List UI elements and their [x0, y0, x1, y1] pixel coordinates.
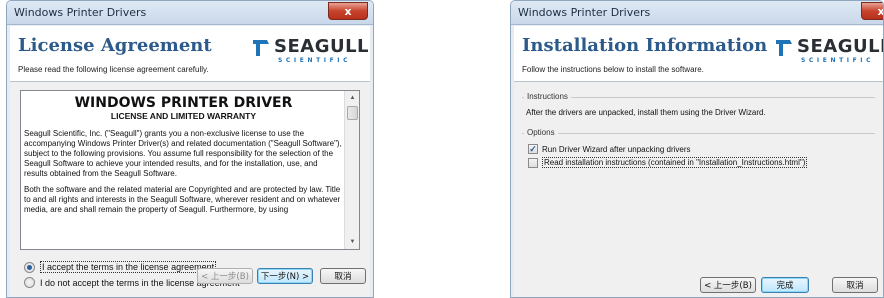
page-title: License Agreement — [18, 35, 212, 56]
checkbox-unchecked-icon[interactable] — [528, 157, 538, 168]
wizard-header: License Agreement Please read the follow… — [10, 26, 370, 82]
screenshot-canvas: Windows Printer Drivers x License Agreem… — [0, 0, 884, 298]
checkbox-checked-icon[interactable]: ✓ — [528, 144, 538, 154]
radio-button[interactable] — [24, 277, 35, 288]
close-icon: x — [344, 4, 352, 18]
back-button[interactable]: < 上一步(B) — [700, 277, 756, 293]
logo-brand: SEAGULL — [274, 36, 370, 57]
back-button[interactable]: < 上一步(B) — [197, 268, 253, 284]
run-wizard-label: Run Driver Wizard after unpacking driver… — [542, 144, 691, 154]
finish-button[interactable]: 完成 — [761, 277, 809, 293]
run-wizard-option[interactable]: ✓ Run Driver Wizard after unpacking driv… — [528, 144, 691, 154]
close-button[interactable]: x — [328, 2, 368, 20]
title-bar: Windows Printer Drivers x — [7, 1, 373, 25]
page-title: Installation Information — [522, 35, 768, 56]
close-button[interactable]: x — [861, 2, 884, 20]
title-bar: Windows Printer Drivers x — [511, 1, 883, 25]
vertical-scrollbar[interactable]: ▲ ▼ — [344, 91, 359, 249]
license-paragraph: Seagull Scientific, Inc. ("Seagull") gra… — [24, 129, 342, 178]
read-instructions-label: Read installation instructions (containe… — [542, 157, 808, 168]
seagull-logo: SEAGULL SCIENTIFIC — [775, 36, 884, 66]
cancel-button[interactable]: 取消 — [320, 268, 366, 284]
scroll-up-icon[interactable]: ▲ — [345, 91, 359, 105]
installation-information-dialog: Windows Printer Drivers x Installation I… — [510, 0, 884, 298]
instructions-group-border — [522, 97, 875, 98]
logo-brand: SEAGULL — [797, 36, 884, 57]
license-subtitle: LICENSE AND LIMITED WARRANTY — [110, 111, 257, 121]
license-text-box[interactable]: WINDOWS PRINTER DRIVER LICENSE AND LIMIT… — [20, 90, 360, 250]
instructions-text: After the drivers are unpacked, install … — [526, 108, 766, 117]
seagull-logo-icon — [253, 40, 269, 56]
close-icon: x — [877, 4, 884, 18]
options-group-label: Options — [524, 128, 558, 137]
page-subtitle: Follow the instructions below to install… — [522, 65, 704, 74]
accept-radio-option[interactable]: I accept the terms in the license agreem… — [24, 261, 217, 273]
dialog-body: License Agreement Please read the follow… — [10, 26, 370, 297]
cancel-button[interactable]: 取消 — [832, 277, 878, 293]
wizard-header: Installation Information Follow the inst… — [514, 26, 883, 82]
dialog-body: Installation Information Follow the inst… — [514, 26, 883, 297]
license-paragraph: Both the software and the related materi… — [24, 185, 341, 214]
scroll-down-icon[interactable]: ▼ — [345, 235, 359, 249]
license-agreement-dialog: Windows Printer Drivers x License Agreem… — [6, 0, 374, 298]
radio-button-selected[interactable] — [24, 261, 35, 273]
window-title: Windows Printer Drivers — [14, 6, 147, 19]
options-group-border — [522, 133, 875, 134]
read-instructions-option[interactable]: Read installation instructions (containe… — [528, 157, 808, 168]
instructions-group-label: Instructions — [524, 92, 571, 101]
seagull-logo: SEAGULL SCIENTIFIC — [252, 36, 369, 66]
license-title: WINDOWS PRINTER DRIVER — [74, 95, 293, 111]
seagull-logo-icon — [776, 40, 792, 56]
license-content: WINDOWS PRINTER DRIVER LICENSE AND LIMIT… — [24, 95, 343, 249]
logo-tagline: SCIENTIFIC — [278, 57, 352, 64]
logo-tagline: SCIENTIFIC — [801, 57, 875, 64]
window-title: Windows Printer Drivers — [518, 6, 651, 19]
next-button[interactable]: 下一步(N) > — [257, 268, 313, 284]
scroll-thumb[interactable] — [347, 106, 358, 120]
accept-label: I accept the terms in the license agreem… — [40, 261, 217, 273]
page-subtitle: Please read the following license agreem… — [18, 65, 209, 74]
